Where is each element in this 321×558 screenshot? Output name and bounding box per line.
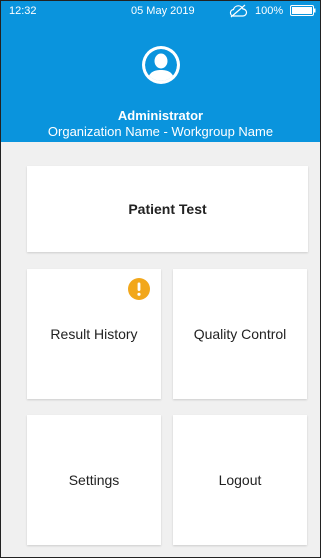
status-time: 12:32 <box>9 5 37 17</box>
logout-button[interactable]: Logout <box>173 415 307 545</box>
user-name: Administrator <box>117 108 204 123</box>
status-bar: 12:32 05 May 2019 100% <box>1 1 320 21</box>
patient-test-button[interactable]: Patient Test <box>27 166 308 252</box>
user-avatar-icon[interactable] <box>141 45 181 85</box>
status-date: 05 May 2019 <box>131 5 195 17</box>
profile-header: Administrator Organization Name - Workgr… <box>1 21 320 142</box>
exclamation-alert-icon <box>128 278 150 300</box>
quality-control-label: Quality Control <box>193 326 287 342</box>
app-screen: 12:32 05 May 2019 100% Administrator Org… <box>0 0 321 558</box>
settings-button[interactable]: Settings <box>27 415 161 545</box>
quality-control-button[interactable]: Quality Control <box>173 269 307 399</box>
result-history-button[interactable]: Result History <box>27 269 161 399</box>
cloud-offline-icon <box>229 4 248 18</box>
logout-label: Logout <box>218 472 262 488</box>
battery-icon <box>290 5 316 16</box>
result-history-label: Result History <box>50 326 138 342</box>
battery-percentage: 100% <box>255 5 284 17</box>
patient-test-label: Patient Test <box>128 201 207 217</box>
organization-workgroup: Organization Name - Workgroup Name <box>47 124 274 139</box>
settings-label: Settings <box>68 472 120 488</box>
